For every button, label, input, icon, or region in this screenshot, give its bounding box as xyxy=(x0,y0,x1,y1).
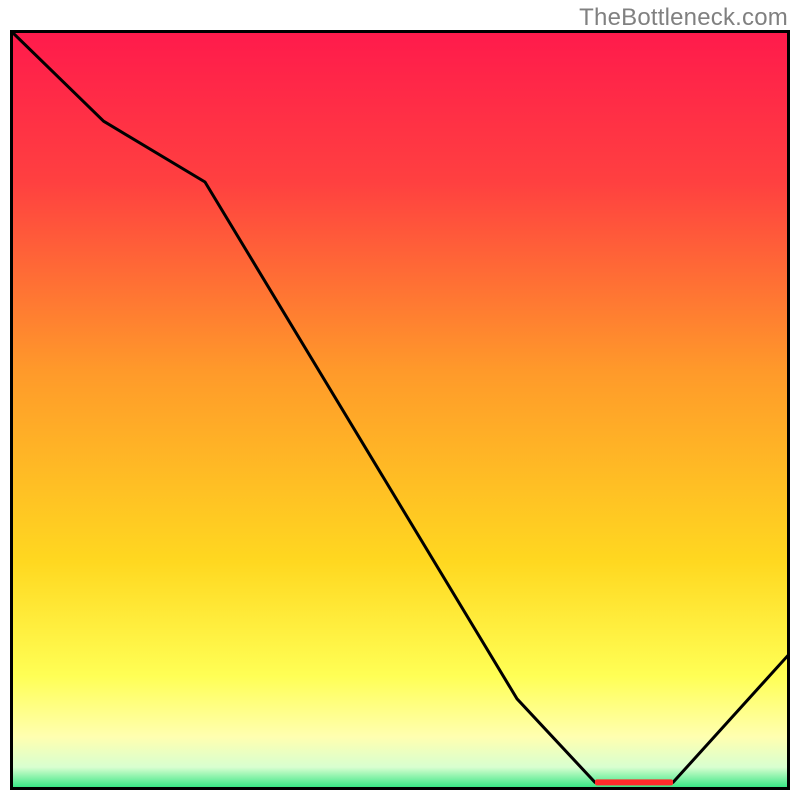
plot-area xyxy=(10,30,790,790)
gradient-background xyxy=(10,30,790,790)
chart-svg xyxy=(10,30,790,790)
chart-stage: TheBottleneck.com xyxy=(0,0,800,800)
optimum-marker xyxy=(595,779,673,785)
watermark-text: TheBottleneck.com xyxy=(579,4,788,32)
